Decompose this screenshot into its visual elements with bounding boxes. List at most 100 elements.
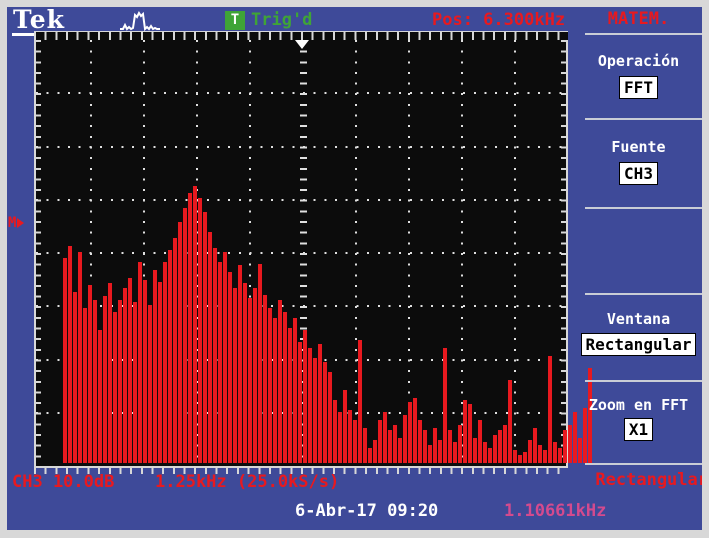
menu-divider: [585, 463, 702, 465]
fft-bin: [248, 298, 252, 463]
menu-divider: [585, 293, 702, 295]
fft-bin: [308, 348, 312, 463]
fft-bin: [323, 362, 327, 463]
datetime-readout: 6-Abr-17 09:20: [295, 501, 438, 521]
softkey-source[interactable]: CH3: [575, 162, 702, 185]
oscilloscope-bezel: Tek T Trig'd Pos: 6.300kHz MATEM. M Oper…: [0, 0, 709, 538]
center-frequency-marker-icon: [295, 40, 309, 49]
fft-zoom-value[interactable]: X1: [624, 418, 653, 441]
softkey-operation[interactable]: FFT: [575, 76, 702, 99]
fft-bin: [293, 318, 297, 463]
fft-bin: [73, 292, 77, 463]
fft-bin: [463, 400, 467, 463]
fft-bin: [358, 340, 362, 463]
fft-bin: [288, 328, 292, 463]
menu-label-source: Fuente: [575, 138, 702, 156]
fft-bin: [238, 265, 242, 463]
fft-bin: [88, 285, 92, 463]
math-reference-marker: M: [8, 216, 24, 230]
fft-bin: [383, 412, 387, 463]
fft-bin: [443, 348, 447, 463]
fft-bin: [418, 420, 422, 463]
fft-bin: [223, 252, 227, 463]
fft-bin: [433, 428, 437, 463]
fft-bin: [183, 208, 187, 463]
fft-bin: [63, 258, 67, 463]
fft-bin: [93, 300, 97, 463]
fft-bin: [423, 430, 427, 463]
window-value[interactable]: Rectangular: [581, 333, 697, 356]
fft-bin: [438, 440, 442, 463]
fft-bin: [558, 448, 562, 463]
fft-bin: [458, 425, 462, 463]
fft-bin: [123, 288, 127, 463]
fft-bin: [218, 262, 222, 463]
fft-bin: [568, 425, 572, 463]
menu-title: MATEM.: [575, 9, 702, 29]
right-arrow-icon: [17, 218, 24, 228]
fft-bin: [578, 438, 582, 463]
fft-bin: [483, 442, 487, 463]
fft-bin: [268, 308, 272, 463]
fft-display-graticule: [34, 40, 568, 466]
fft-bin: [173, 238, 177, 463]
fft-bin: [158, 282, 162, 463]
fft-bin: [488, 448, 492, 463]
fft-bin: [128, 278, 132, 463]
fft-bin: [198, 198, 202, 463]
fft-bin: [108, 283, 112, 463]
fft-bin: [503, 425, 507, 463]
fft-bin: [563, 430, 567, 463]
fft-bin: [318, 344, 322, 463]
trigger-badge-icon: T: [225, 11, 245, 30]
fft-bin: [143, 280, 147, 463]
fft-bin: [453, 442, 457, 463]
horizontal-position-readout: Pos: 6.300kHz: [432, 10, 565, 30]
fft-bin: [478, 420, 482, 463]
fft-bin: [528, 440, 532, 463]
fft-bin: [538, 445, 542, 463]
fft-bin: [168, 250, 172, 463]
fft-bin: [473, 438, 477, 463]
fft-bin: [588, 368, 592, 463]
fft-bin: [548, 356, 552, 463]
menu-label-operation: Operación: [575, 52, 702, 70]
softkey-window[interactable]: Rectangular: [575, 333, 702, 356]
fft-bin: [273, 318, 277, 463]
fft-bin: [313, 358, 317, 463]
menu-divider: [585, 380, 702, 382]
fft-bin: [258, 264, 262, 463]
fft-bin: [523, 452, 527, 463]
fft-bin: [498, 430, 502, 463]
fft-bin: [188, 193, 192, 463]
softkey-fft-zoom[interactable]: X1: [575, 418, 702, 441]
fft-bin: [298, 342, 302, 463]
fft-bin: [368, 448, 372, 463]
fft-bin: [333, 400, 337, 463]
fft-bin: [113, 312, 117, 463]
fft-bin: [533, 428, 537, 463]
fft-bin: [428, 445, 432, 463]
fft-bin: [213, 248, 217, 463]
fft-bin: [493, 435, 497, 463]
fft-bin: [278, 300, 282, 463]
fft-bin: [393, 425, 397, 463]
fft-bin: [208, 232, 212, 463]
fft-bin: [508, 380, 512, 463]
menu-divider: [585, 118, 702, 120]
fft-bin: [343, 390, 347, 463]
math-marker-label: M: [8, 216, 16, 230]
window-type-status: Rectangular: [575, 470, 702, 490]
fft-bin: [348, 410, 352, 463]
fft-bin: [363, 428, 367, 463]
operation-value[interactable]: FFT: [619, 76, 658, 99]
source-value[interactable]: CH3: [619, 162, 658, 185]
fft-bin: [83, 308, 87, 463]
fft-bin: [513, 450, 517, 463]
fft-bin: [228, 272, 232, 463]
fft-bin: [413, 398, 417, 463]
fft-bin: [398, 438, 402, 463]
horizontal-scale-readout: 1.25kHz (25.0kS/s): [155, 472, 339, 492]
fft-bin: [283, 312, 287, 463]
fft-bin: [253, 288, 257, 463]
